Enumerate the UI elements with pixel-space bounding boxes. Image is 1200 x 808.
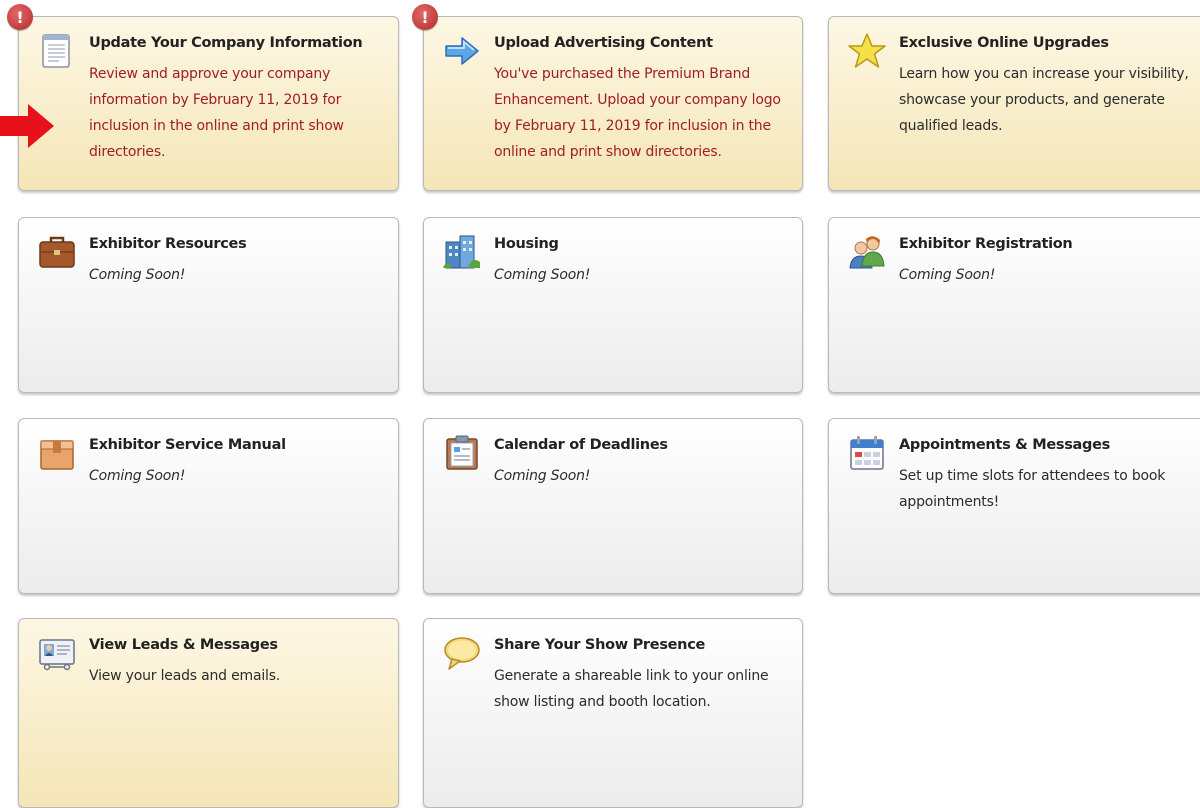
tile-title: Update Your Company Information [89, 35, 363, 51]
tile-appointments-messages[interactable]: Appointments & Messages Set up time slot… [828, 418, 1200, 594]
tile-calendar-of-deadlines[interactable]: Calendar of Deadlines Coming Soon! [423, 418, 803, 594]
building-icon [442, 232, 482, 272]
alert-badge: ! [412, 4, 438, 30]
tile-exhibitor-service-manual[interactable]: Exhibitor Service Manual Coming Soon! [18, 418, 399, 594]
tile-description: Coming Soon! [494, 267, 591, 283]
calendar-icon [847, 433, 887, 473]
tile-exclusive-upgrades[interactable]: Exclusive Online Upgrades Learn how you … [828, 16, 1200, 191]
star-icon [847, 31, 887, 71]
tile-update-company-info[interactable]: Update Your Company Information Review a… [18, 16, 399, 191]
tile-exhibitor-resources[interactable]: Exhibitor Resources Coming Soon! [18, 217, 399, 393]
tile-share-show-presence[interactable]: Share Your Show Presence Generate a shar… [423, 618, 803, 808]
tile-description: Coming Soon! [89, 267, 186, 283]
tile-description: View your leads and emails. [89, 668, 281, 684]
tile-title: Exhibitor Registration [899, 236, 1073, 252]
id-card-icon [37, 633, 77, 673]
box-icon [37, 433, 77, 473]
tile-title: Exhibitor Service Manual [89, 437, 286, 453]
tile-title: View Leads & Messages [89, 637, 278, 653]
tile-description: You've purchased the Premium Brand Enhan… [494, 66, 781, 160]
speech-bubble-icon [442, 633, 482, 673]
tile-title: Upload Advertising Content [494, 35, 713, 51]
tile-exhibitor-registration[interactable]: Exhibitor Registration Coming Soon! [828, 217, 1200, 393]
tile-upload-advertising[interactable]: Upload Advertising Content You've purcha… [423, 16, 803, 191]
tile-description: Coming Soon! [494, 468, 591, 484]
tile-description: Coming Soon! [89, 468, 186, 484]
briefcase-icon [37, 232, 77, 272]
tile-title: Calendar of Deadlines [494, 437, 668, 453]
tile-description: Set up time slots for attendees to book … [899, 468, 1166, 510]
tile-title: Exhibitor Resources [89, 236, 247, 252]
alert-badge: ! [7, 4, 33, 30]
document-icon [37, 31, 77, 71]
tile-description: Learn how you can increase your visibili… [899, 66, 1189, 134]
tile-title: Appointments & Messages [899, 437, 1110, 453]
tile-description: Review and approve your company informat… [89, 66, 344, 160]
tile-title: Share Your Show Presence [494, 637, 706, 653]
tile-title: Housing [494, 236, 559, 252]
tile-description: Coming Soon! [899, 267, 996, 283]
pointer-arrow-icon [0, 104, 54, 148]
upload-arrow-icon [442, 31, 482, 71]
tile-title: Exclusive Online Upgrades [899, 35, 1109, 51]
users-icon [847, 232, 887, 272]
clipboard-icon [442, 433, 482, 473]
tile-description: Generate a shareable link to your online… [494, 668, 769, 710]
tile-housing[interactable]: Housing Coming Soon! [423, 217, 803, 393]
tile-view-leads-messages[interactable]: View Leads & Messages View your leads an… [18, 618, 399, 808]
